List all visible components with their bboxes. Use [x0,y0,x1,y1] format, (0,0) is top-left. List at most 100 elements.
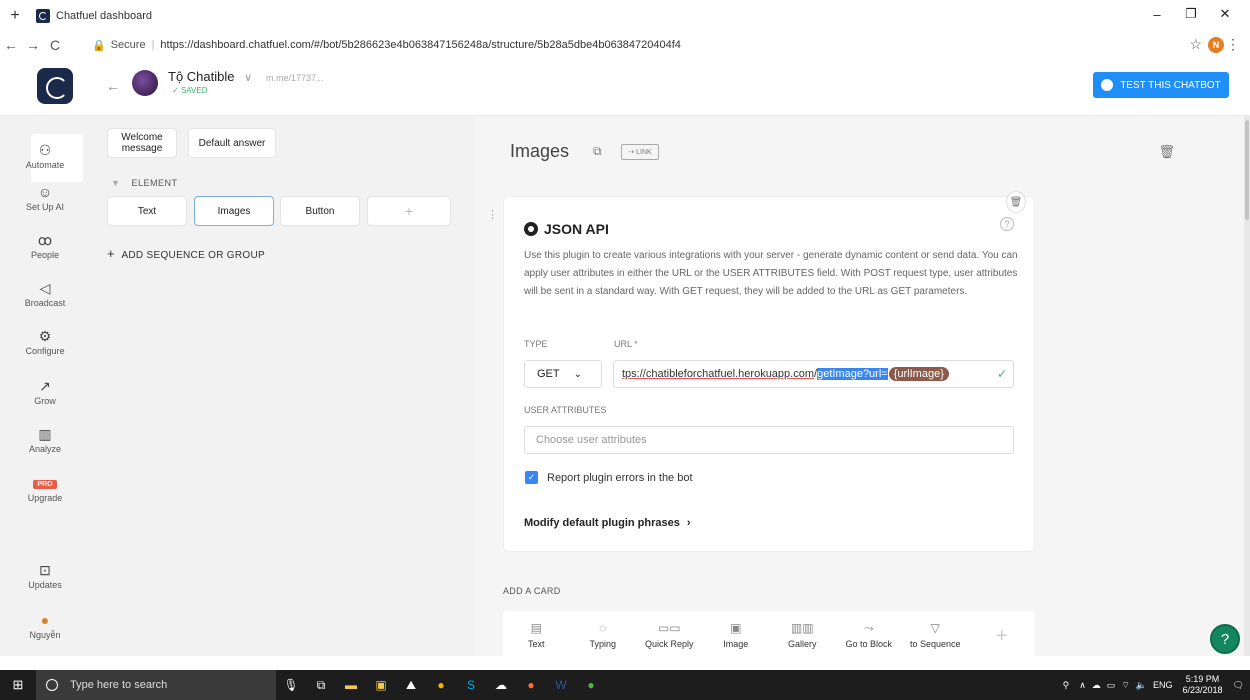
help-chat-icon[interactable]: ? [1210,624,1240,654]
volume-icon[interactable]: 🔈 [1136,680,1147,691]
mongodb-icon[interactable]: ● [576,670,606,700]
browser-tab-bar: + Chatfuel dashboard – ❐ ✕ [0,0,1250,32]
drag-handle-icon[interactable]: ⋮ [487,208,498,221]
add-goto-block-button[interactable]: ⤳ Go to Block [836,611,903,661]
block-text[interactable]: Text [107,196,187,226]
rail-item-label: People [30,250,60,260]
url-attribute-chip[interactable]: {urlImage} [888,367,949,381]
profile-avatar[interactable]: N [1208,37,1224,53]
tray-chevron-icon[interactable]: ∧ [1079,680,1086,691]
add-quick-reply-button[interactable]: ▭▭ Quick Reply [636,611,703,661]
rail-item-upgrade[interactable]: PRO Upgrade [0,478,90,503]
add-text-card-button[interactable]: ▤ Text [503,611,570,661]
help-icon[interactable]: ? [1000,217,1014,231]
minimize-icon[interactable]: – [1140,0,1174,28]
add-image-card-button[interactable]: ▣ Image [703,611,770,661]
modify-phrases-link[interactable]: Modify default plugin phrases › [524,517,691,529]
language-indicator[interactable]: ENG [1153,680,1173,690]
taskbar-search[interactable]: Type here to search [36,670,276,700]
test-chatbot-button[interactable]: TEST THIS CHATBOT [1093,72,1229,98]
rail-item-updates[interactable]: ⊡ Updates [0,562,90,590]
postman-icon[interactable]: ● [516,670,546,700]
bot-link[interactable]: m.me/17737... [266,73,324,83]
rail-item-people[interactable]: ꝏ People [0,232,90,260]
type-select[interactable]: GET ⌄ [524,360,602,388]
default-answer-block[interactable]: Default answer [188,128,276,158]
skype-icon[interactable]: S [456,670,486,700]
microphone-icon[interactable]: 🎙 [276,670,306,700]
back-arrow-icon[interactable]: ← [106,78,120,94]
chevron-down-icon: ⌄ [573,368,583,380]
add-to-sequence-button[interactable]: ▽ to Sequence [902,611,969,661]
new-tab-icon[interactable]: + [4,7,26,25]
bot-name-dropdown[interactable]: Tộ Chatible ∨ [168,69,252,84]
restore-icon[interactable]: ❐ [1174,0,1208,28]
bot-avatar [132,70,158,96]
image-icon: ▣ [730,621,742,635]
welcome-message-block[interactable]: Welcome message [107,128,177,158]
add-block-button[interactable]: + [367,196,451,226]
plugin-title-text: JSON API [544,221,609,237]
block-button[interactable]: Button [280,196,360,226]
rail-item-user[interactable]: ● Nguyễn [0,612,90,640]
chatfuel-logo-icon[interactable] [37,68,73,104]
clock[interactable]: 5:19 PM 6/23/2018 [1183,674,1223,696]
store-icon[interactable]: ▣ [366,670,396,700]
bookmark-star-icon[interactable]: ☆ [1189,36,1202,53]
report-errors-checkbox[interactable]: ✓ [525,471,538,484]
editor-scrollbar[interactable] [1244,116,1250,656]
delete-block-icon[interactable]: 🗑 [1158,144,1175,160]
tab-title[interactable]: Chatfuel dashboard [56,10,152,22]
rail-item-label: Grow [34,396,56,406]
clock-date: 6/23/2018 [1182,685,1223,695]
close-icon[interactable]: ✕ [1208,0,1242,28]
add-gallery-card-button[interactable]: ▥▥ Gallery [769,611,836,661]
delete-card-icon[interactable]: 🗑 [1006,191,1026,213]
word-icon[interactable]: W [546,670,576,700]
chrome-icon[interactable]: ● [426,670,456,700]
url-input[interactable]: tps:// chatibleforchatfuel.herokuapp.com… [613,360,1014,388]
wifi-icon[interactable]: ⌔ [1121,680,1129,691]
rail-item-label: Updates [28,580,62,590]
plus-icon: + [107,246,115,261]
rail-item-automate[interactable]: ⚇ Automate [0,134,90,182]
rail-item-configure[interactable]: ⚙ Configure [0,328,90,356]
browser-menu-icon[interactable]: ⋮ [1226,36,1240,53]
soundcloud-icon[interactable]: ☁ [486,670,516,700]
reload-icon[interactable]: C [44,37,66,53]
rail-item-grow[interactable]: ↗ Grow [0,378,90,406]
link-button[interactable]: ⇢ LINK [621,144,659,160]
add-sequence-button[interactable]: + ADD SEQUENCE OR GROUP [107,246,265,261]
rail-item-label: Upgrade [27,493,63,503]
required-marker: * [631,339,638,349]
report-errors-label: Report plugin errors in the bot [547,471,693,484]
url-field[interactable]: 🔒 Secure | https://dashboard.chatfuel.co… [92,34,1190,56]
file-explorer-icon[interactable]: ▬ [336,670,366,700]
battery-icon[interactable]: ▭ [1107,680,1116,691]
address-bar: ← → C 🔒 Secure | https://dashboard.chatf… [0,32,1250,58]
block-title[interactable]: Images [510,141,569,162]
report-errors-option[interactable]: ✓ Report plugin errors in the bot [525,471,693,484]
element-group-header[interactable]: ▼ ELEMENT [111,178,177,188]
notifications-icon[interactable]: 🗨 [1233,680,1244,691]
people-tray-icon[interactable]: ⚲ [1063,680,1070,691]
back-icon[interactable]: ← [0,37,22,53]
rail-item-analyze[interactable]: ▥ Analyze [0,426,90,454]
onedrive-icon[interactable]: ☁ [1092,680,1101,691]
add-typing-card-button[interactable]: ◌ Typing [570,611,637,661]
block-images[interactable]: Images [194,196,274,226]
windows-start-icon[interactable]: ⊞ [0,670,36,700]
user-attributes-input[interactable]: Choose user attributes [524,426,1014,454]
forward-icon[interactable]: → [22,37,44,53]
rail-item-setup-ai[interactable]: ☺ Set Up AI [0,184,90,212]
more-cards-button[interactable]: + [969,611,1036,661]
add-sequence-label: ADD SEQUENCE OR GROUP [121,250,265,261]
rail-item-label: Set Up AI [25,202,65,212]
task-view-icon[interactable]: ⧉ [306,670,336,700]
modify-phrases-label: Modify default plugin phrases [524,517,680,529]
photos-icon[interactable]: ⛰ [396,670,426,700]
json-api-logo-icon [524,222,538,236]
rail-item-broadcast[interactable]: ◁ Broadcast [0,280,90,308]
plugin-description: Use this plugin to create various integr… [524,250,1018,297]
copy-icon[interactable]: ⧉ [593,144,602,159]
